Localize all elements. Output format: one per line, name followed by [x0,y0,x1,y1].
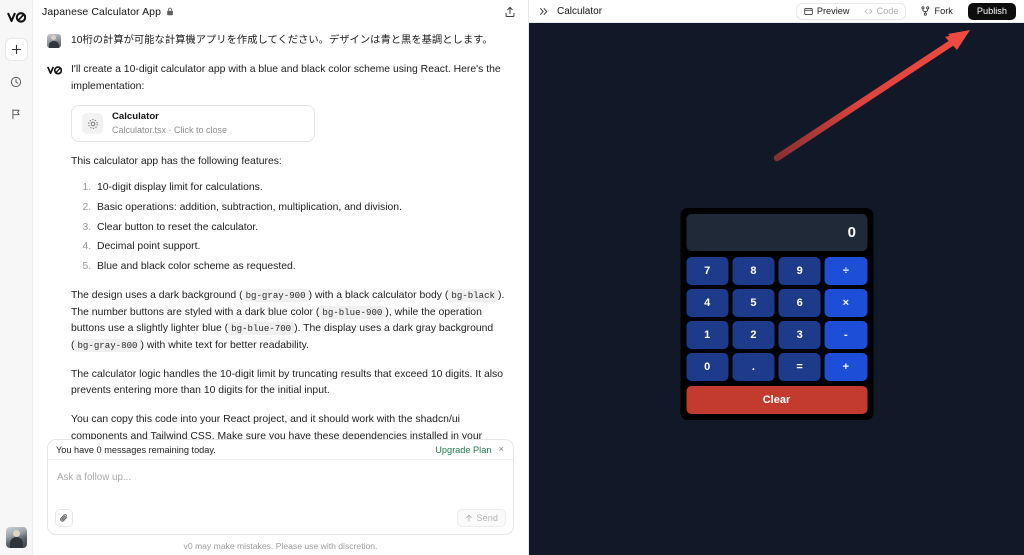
lock-icon [166,7,174,16]
chat-header: Japanese Calculator App [33,0,528,23]
sidebar-item-history[interactable] [5,70,28,93]
file-card-calculator[interactable]: Calculator Calculator.tsx · Click to clo… [71,105,315,143]
calc-key-4[interactable]: 4 [686,289,729,317]
feature-item: Blue and black color scheme as requested… [94,259,514,276]
code-bg-blue-700: bg-blue-700 [228,322,295,336]
calculator-keypad: 7 8 9 ÷ 4 5 6 × 1 2 3- 0. = + [686,257,867,381]
preview-panel: Calculator Preview Code Fork Publish 0 7… [529,0,1024,555]
fork-label: Fork [934,6,953,16]
plus-icon [11,44,21,55]
calc-key-9[interactable]: 9 [778,257,821,285]
calc-key--[interactable]: - [824,321,867,349]
gear-icon [82,113,103,135]
calc-key-2[interactable]: 2 [732,321,775,349]
calc-key-6[interactable]: 6 [778,289,821,317]
arrow-up-icon [465,514,472,522]
calc-key-0[interactable]: 0 [686,353,729,381]
follow-up-placeholder: Ask a follow up... [57,472,132,483]
assistant-avatar-wrap [47,62,63,439]
fork-icon [921,6,930,16]
sidebar-item-new-chat[interactable] [4,38,28,61]
fork-button[interactable]: Fork [914,3,959,20]
preview-toolbar: Calculator Preview Code Fork Publish [529,0,1024,23]
sidebar-item-feedback[interactable] [5,102,28,125]
tab-code-label: Code [876,6,899,16]
copy-paragraph: You can copy this code into your React p… [71,414,483,439]
assistant-intro-text: I'll create a 10-digit calculator app wi… [71,64,501,92]
design-text-6: ) with white text for better readability… [140,340,309,352]
tab-preview[interactable]: Preview [797,4,857,19]
disclaimer-text: v0 may make mistakes. Please use with di… [183,541,378,551]
left-rail [0,0,33,555]
user-message-body: 10桁の計算が可能な計算機アプリを作成してください。デザインは青と黒を基調としま… [71,33,514,48]
user-message-text: 10桁の計算が可能な計算機アプリを作成してください。デザインは青と黒を基調としま… [71,35,493,46]
calc-key-8[interactable]: 8 [732,257,775,285]
features-heading: This calculator app has the following fe… [71,156,282,168]
file-card-name: Calculator [112,111,159,123]
calc-key-÷[interactable]: ÷ [824,257,867,285]
message-user: 10桁の計算が可能な計算機アプリを作成してください。デザインは青と黒を基調としま… [47,23,514,48]
code-bg-black: bg-black [448,289,499,303]
message-thread: 10桁の計算が可能な計算機アプリを作成してください。デザインは青と黒を基調としま… [33,23,528,439]
message-assistant: I'll create a 10-digit calculator app wi… [47,48,514,439]
publish-button[interactable]: Publish [967,2,1016,20]
feature-item: Basic operations: addition, subtraction,… [94,200,514,217]
clear-button[interactable]: Clear [686,386,867,414]
calc-key-5[interactable]: 5 [732,289,775,317]
chevrons-right-icon[interactable] [538,6,549,17]
message-limit-notice: You have 0 messages remaining today. Upg… [48,440,513,460]
tab-code[interactable]: Code [857,4,906,19]
flag-icon [12,108,20,119]
calc-key-.[interactable]: . [732,353,775,381]
features-list: 10-digit display limit for calculations.… [71,180,514,276]
upgrade-plan-link[interactable]: Upgrade Plan [435,445,491,455]
user-avatar-wrap [47,33,63,48]
calculator-display: 0 [686,214,867,251]
feature-item: 10-digit display limit for calculations. [94,180,514,197]
app-root: Japanese Calculator App 10桁の計算が可能な計算機アプリ… [0,0,1024,555]
feature-item: Decimal point support. [94,239,514,256]
paperclip-icon[interactable] [55,509,73,527]
composer-wrap: You have 0 messages remaining today. Upg… [33,439,528,555]
page-title: Japanese Calculator App [42,5,162,18]
avatar[interactable] [5,527,27,548]
share-icon[interactable] [502,4,518,20]
code-bg-blue-900: bg-blue-900 [319,305,386,319]
chat-panel: Japanese Calculator App 10桁の計算が可能な計算機アプリ… [33,0,529,555]
design-text-1: The design uses a dark background ( [71,290,243,302]
logic-paragraph: The calculator logic handles the 10-digi… [71,368,504,397]
user-avatar [47,34,61,48]
composer: You have 0 messages remaining today. Upg… [47,439,514,535]
code-icon [864,8,872,14]
close-icon[interactable]: × [497,444,505,455]
calc-key-1[interactable]: 1 [686,321,729,349]
tab-preview-label: Preview [816,6,850,16]
preview-title: Calculator [557,5,603,17]
calculator-app: 0 7 8 9 ÷ 4 5 6 × 1 2 3- 0. = + Clear [680,208,873,420]
composer-bottom-bar: Send [48,507,513,534]
calc-key-3[interactable]: 3 [778,321,821,349]
design-paragraph: The design uses a dark background (bg-gr… [71,288,514,355]
file-card-text: Calculator Calculator.tsx · Click to clo… [112,111,227,136]
view-mode-switch: Preview Code [795,2,907,20]
calc-key-×[interactable]: × [824,289,867,317]
v0-logo-icon[interactable] [4,6,28,28]
calc-key-7[interactable]: 7 [686,257,729,285]
notice-text: You have 0 messages remaining today. [56,444,216,455]
window-icon [804,7,813,15]
v0-logo-icon [47,66,63,76]
preview-canvas: 0 7 8 9 ÷ 4 5 6 × 1 2 3- 0. = + Clear [529,23,1024,555]
send-label: Send [476,513,498,523]
design-text-2: ) with a black calculator body ( [308,290,449,302]
feature-item: Clear button to reset the calculator. [94,220,514,237]
clock-icon [10,76,22,87]
code-bg-gray-800: bg-gray-800 [74,339,141,353]
calc-key-=[interactable]: = [778,353,821,381]
send-button[interactable]: Send [456,509,506,527]
calc-key-+[interactable]: + [824,353,867,381]
assistant-message-body: I'll create a 10-digit calculator app wi… [71,62,514,439]
follow-up-input[interactable]: Ask a follow up... [48,460,513,507]
code-bg-gray-900: bg-gray-900 [242,289,309,303]
file-card-subtitle: Calculator.tsx · Click to close [112,125,228,136]
